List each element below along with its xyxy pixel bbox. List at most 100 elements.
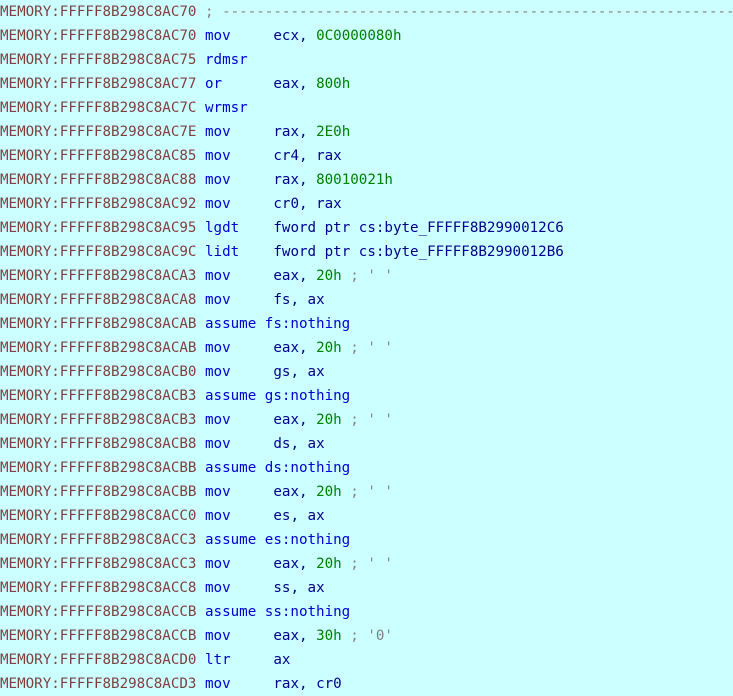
disassembly-line[interactable]: MEMORY:FFFFF8B298C8ACB3 assume gs:nothin…: [0, 384, 733, 408]
line-address: MEMORY:FFFFF8B298C8AC95: [0, 220, 197, 236]
line-address: MEMORY:FFFFF8B298C8ACD0: [0, 652, 197, 668]
disassembly-line[interactable]: MEMORY:FFFFF8B298C8AC88 mov rax, 8001002…: [0, 168, 733, 192]
line-immediate: 20h: [316, 412, 342, 428]
disassembly-line[interactable]: MEMORY:FFFFF8B298C8ACB8 mov ds, ax: [0, 432, 733, 456]
disassembly-line[interactable]: MEMORY:FFFFF8B298C8ACBB assume ds:nothin…: [0, 456, 733, 480]
line-trailing-comment: ; ' ': [350, 484, 393, 500]
line-immediate: 30h: [316, 628, 342, 644]
line-operand: fs, ax: [273, 292, 325, 308]
line-address: MEMORY:FFFFF8B298C8ACB3: [0, 388, 197, 404]
disassembly-line[interactable]: MEMORY:FFFFF8B298C8AC75 rdmsr: [0, 48, 733, 72]
line-operand: es, ax: [273, 508, 325, 524]
line-mnemonic: mov: [205, 292, 231, 308]
line-mnemonic: mov: [205, 124, 231, 140]
line-mnemonic: mov: [205, 580, 231, 596]
line-trailing-comment: ; ' ': [350, 556, 393, 572]
line-directive: assume ss:nothing: [205, 604, 351, 620]
line-operand: eax,: [273, 76, 317, 92]
disassembly-line[interactable]: MEMORY:FFFFF8B298C8ACC0 mov es, ax: [0, 504, 733, 528]
line-operand: rax,: [273, 172, 317, 188]
line-mnemonic: mov: [205, 508, 231, 524]
disassembly-line[interactable]: MEMORY:FFFFF8B298C8ACC8 mov ss, ax: [0, 576, 733, 600]
line-directive: assume gs:nothing: [205, 388, 351, 404]
disassembly-line[interactable]: MEMORY:FFFFF8B298C8ACC3 assume es:nothin…: [0, 528, 733, 552]
disassembly-line[interactable]: MEMORY:FFFFF8B298C8ACC3 mov eax, 20h ; '…: [0, 552, 733, 576]
line-address: MEMORY:FFFFF8B298C8ACAB: [0, 316, 197, 332]
line-mnemonic: mov: [205, 412, 231, 428]
line-address: MEMORY:FFFFF8B298C8ACB3: [0, 412, 197, 428]
disassembly-listing[interactable]: MEMORY:FFFFF8B298C8AC70 ; --------------…: [0, 0, 733, 692]
disassembly-line[interactable]: MEMORY:FFFFF8B298C8ACB3 mov eax, 20h ; '…: [0, 408, 733, 432]
line-operand: eax,: [273, 412, 317, 428]
line-operand: eax,: [273, 340, 317, 356]
disassembly-line[interactable]: MEMORY:FFFFF8B298C8ACCB mov eax, 30h ; '…: [0, 624, 733, 648]
disassembly-line[interactable]: MEMORY:FFFFF8B298C8ACD0 ltr ax: [0, 648, 733, 672]
line-trailing-comment: ; ' ': [350, 268, 393, 284]
disassembly-line[interactable]: MEMORY:FFFFF8B298C8AC85 mov cr4, rax: [0, 144, 733, 168]
line-operand: cr4, rax: [273, 148, 342, 164]
disassembly-line[interactable]: MEMORY:FFFFF8B298C8ACBB mov eax, 20h ; '…: [0, 480, 733, 504]
line-directive: assume ds:nothing: [205, 460, 351, 476]
line-mnemonic: or: [205, 76, 223, 92]
disassembly-line[interactable]: MEMORY:FFFFF8B298C8AC95 lgdt fword ptr c…: [0, 216, 733, 240]
line-address: MEMORY:FFFFF8B298C8ACCB: [0, 604, 197, 620]
disassembly-line[interactable]: MEMORY:FFFFF8B298C8ACD3 mov rax, cr0: [0, 672, 733, 696]
disassembly-line[interactable]: MEMORY:FFFFF8B298C8ACB0 mov gs, ax: [0, 360, 733, 384]
disassembly-line[interactable]: MEMORY:FFFFF8B298C8AC9C lidt fword ptr c…: [0, 240, 733, 264]
disassembly-line[interactable]: MEMORY:FFFFF8B298C8AC7E mov rax, 2E0h: [0, 120, 733, 144]
line-mnemonic: mov: [205, 148, 231, 164]
disassembly-line[interactable]: MEMORY:FFFFF8B298C8ACAB assume fs:nothin…: [0, 312, 733, 336]
disassembly-line[interactable]: MEMORY:FFFFF8B298C8ACA8 mov fs, ax: [0, 288, 733, 312]
disassembly-line[interactable]: MEMORY:FFFFF8B298C8AC77 or eax, 800h: [0, 72, 733, 96]
line-mnemonic: mov: [205, 436, 231, 452]
line-address: MEMORY:FFFFF8B298C8AC92: [0, 196, 197, 212]
disassembly-line[interactable]: MEMORY:FFFFF8B298C8ACA3 mov eax, 20h ; '…: [0, 264, 733, 288]
line-address: MEMORY:FFFFF8B298C8AC88: [0, 172, 197, 188]
disassembly-line[interactable]: MEMORY:FFFFF8B298C8AC7C wrmsr: [0, 96, 733, 120]
disassembly-line[interactable]: MEMORY:FFFFF8B298C8ACAB mov eax, 20h ; '…: [0, 336, 733, 360]
line-mnemonic: mov: [205, 268, 231, 284]
line-mnemonic: mov: [205, 484, 231, 500]
line-address: MEMORY:FFFFF8B298C8ACC3: [0, 556, 197, 572]
line-directive: assume es:nothing: [205, 532, 351, 548]
line-immediate: 20h: [316, 484, 342, 500]
line-mnemonic: wrmsr: [205, 100, 248, 116]
line-immediate: 80010021h: [316, 172, 393, 188]
disassembly-line[interactable]: MEMORY:FFFFF8B298C8AC70 ; --------------…: [0, 0, 733, 24]
disassembly-line[interactable]: MEMORY:FFFFF8B298C8AC70 mov ecx, 0C00000…: [0, 24, 733, 48]
disassembly-line[interactable]: MEMORY:FFFFF8B298C8AC92 mov cr0, rax: [0, 192, 733, 216]
line-address: MEMORY:FFFFF8B298C8ACB8: [0, 436, 197, 452]
line-address: MEMORY:FFFFF8B298C8ACD3: [0, 676, 197, 692]
disassembly-line[interactable]: MEMORY:FFFFF8B298C8ACCB assume ss:nothin…: [0, 600, 733, 624]
line-operand: gs, ax: [273, 364, 325, 380]
line-operand: eax,: [273, 484, 317, 500]
line-address: MEMORY:FFFFF8B298C8AC77: [0, 76, 197, 92]
line-address: MEMORY:FFFFF8B298C8ACA8: [0, 292, 197, 308]
